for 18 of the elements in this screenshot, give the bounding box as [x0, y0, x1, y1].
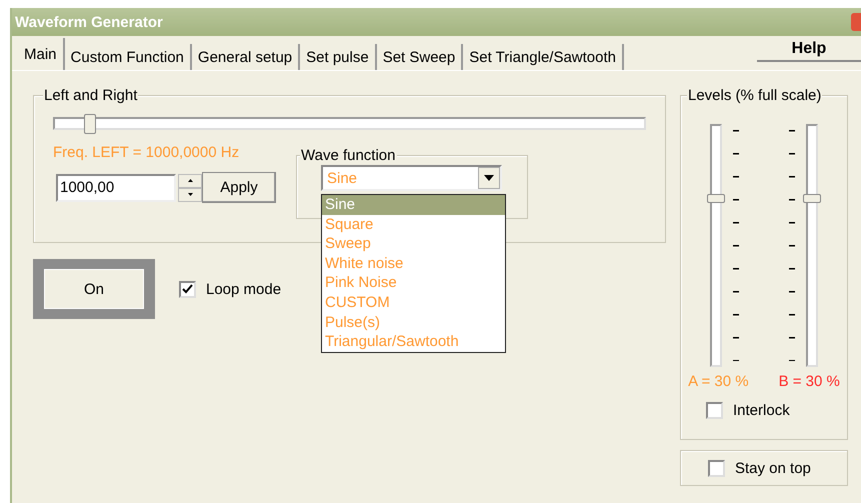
window-title: Waveform Generator	[15, 14, 163, 30]
help-button[interactable]: Help	[757, 38, 861, 62]
level-reading: A = 30 %	[688, 373, 749, 390]
tab[interactable]: Set pulse	[300, 44, 377, 70]
checkbox-label: Stay on top	[735, 460, 811, 476]
apply-button[interactable]: Apply	[202, 172, 276, 203]
frequency-input[interactable]: 1000,00	[56, 174, 176, 202]
tab[interactable]: General setup	[192, 44, 300, 70]
tab[interactable]: Set Sweep	[376, 44, 464, 70]
group-title: Levels (% full scale)	[687, 87, 822, 104]
level-reading: B = 30 %	[778, 373, 840, 390]
frequency-reading: Freq. LEFT = 1000,0000 Hz	[53, 144, 240, 161]
tab[interactable]: Custom Function	[64, 44, 192, 70]
checkbox-label: Loop mode	[206, 280, 282, 298]
tab[interactable]: Set Triangle/Sawtooth	[463, 44, 624, 70]
on-button[interactable]: On	[44, 269, 144, 309]
checkbox-label: Interlock	[733, 402, 790, 419]
group-title: Left and Right	[43, 87, 138, 104]
